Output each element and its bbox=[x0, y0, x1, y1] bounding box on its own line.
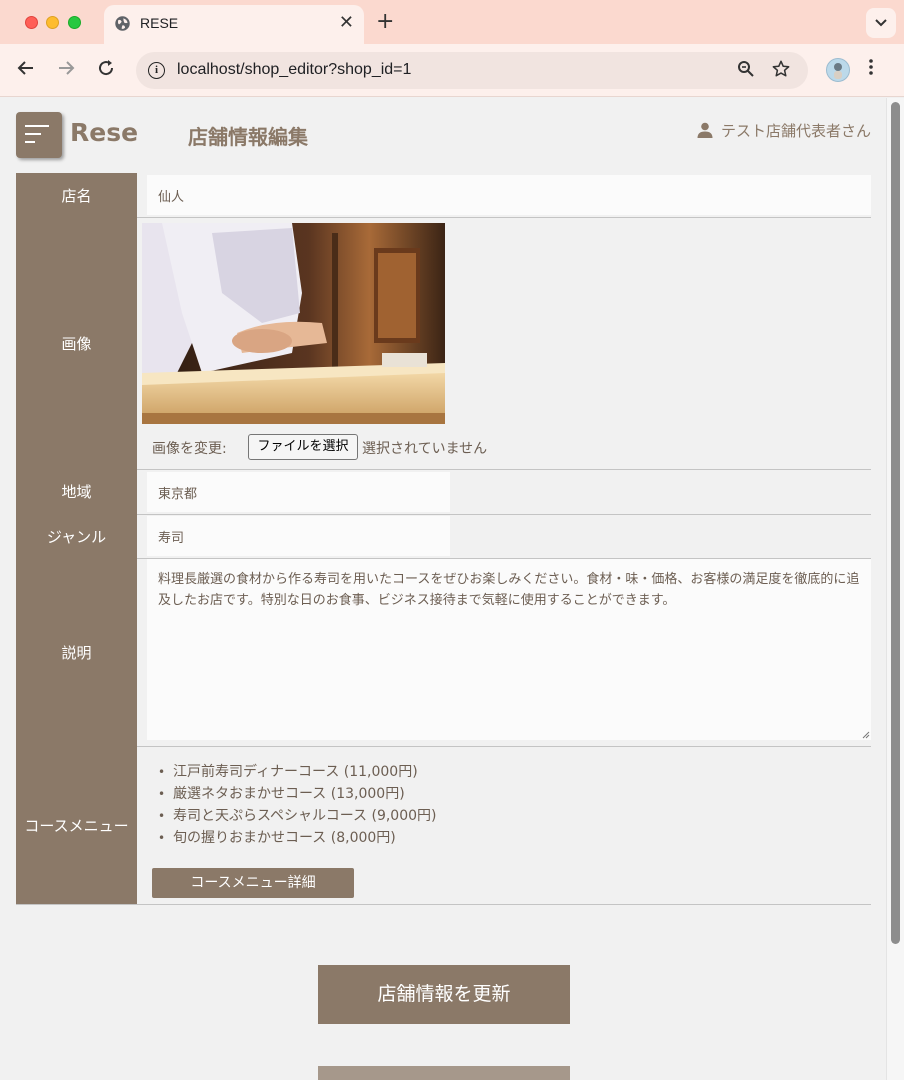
reload-icon[interactable] bbox=[95, 59, 117, 83]
shop-name-input[interactable]: 仙人 bbox=[147, 175, 871, 215]
divider bbox=[137, 746, 871, 747]
user-name: テスト店舗代表者さん bbox=[720, 122, 871, 140]
list-item: 寿司と天ぷらスペシャルコース (9,000円) bbox=[158, 805, 437, 827]
tab-list-icon[interactable] bbox=[866, 8, 896, 38]
window-zoom-button[interactable] bbox=[68, 16, 81, 29]
area-input[interactable]: 東京都 bbox=[147, 472, 450, 512]
label-description: 説明 bbox=[16, 558, 137, 746]
list-item: 江戸前寿司ディナーコース (11,000円) bbox=[158, 761, 437, 783]
secondary-action-button[interactable] bbox=[318, 1066, 570, 1080]
description-textarea[interactable]: 料理長厳選の食材から作る寿司を用いたコースをぜひお楽しみください。食材・味・価格… bbox=[147, 559, 871, 740]
label-course-menu: コースメニュー bbox=[16, 746, 137, 904]
label-image: 画像 bbox=[16, 217, 137, 469]
menu-icon[interactable] bbox=[868, 58, 874, 82]
resize-handle-icon[interactable] bbox=[862, 731, 870, 739]
forward-icon[interactable] bbox=[55, 59, 77, 83]
scrollbar-thumb[interactable] bbox=[891, 102, 900, 944]
globe-icon bbox=[115, 16, 130, 31]
genre-input[interactable]: 寿司 bbox=[147, 516, 450, 556]
divider bbox=[137, 217, 871, 218]
close-tab-icon[interactable]: ✕ bbox=[339, 13, 354, 33]
file-select-button[interactable]: ファイルを選択 bbox=[248, 434, 358, 460]
page-title: 店舗情報編集 bbox=[188, 125, 308, 149]
back-icon[interactable] bbox=[15, 59, 37, 83]
browser-tab-bar: RESE ✕ + bbox=[0, 0, 904, 44]
course-detail-button[interactable]: コースメニュー詳細 bbox=[152, 868, 354, 898]
zoom-icon[interactable] bbox=[737, 60, 755, 83]
shop-image bbox=[142, 223, 445, 424]
update-shop-button[interactable]: 店舗情報を更新 bbox=[318, 965, 570, 1024]
divider bbox=[16, 904, 871, 905]
new-tab-button[interactable]: + bbox=[376, 10, 394, 34]
profile-avatar[interactable] bbox=[826, 58, 850, 82]
list-item: 厳選ネタおまかせコース (13,000円) bbox=[158, 783, 437, 805]
window-minimize-button[interactable] bbox=[46, 16, 59, 29]
divider bbox=[137, 469, 871, 470]
browser-tab[interactable]: RESE ✕ bbox=[104, 5, 364, 44]
tab-title: RESE bbox=[140, 15, 179, 31]
user-icon bbox=[697, 122, 713, 138]
page-viewport: Rese 店舗情報編集 テスト店舗代表者さん 店名 画像 地域 ジャンル 説明 … bbox=[0, 98, 886, 1080]
browser-toolbar: i localhost/shop_editor?shop_id=1 bbox=[0, 44, 904, 97]
label-shop-name: 店名 bbox=[16, 173, 137, 217]
hamburger-menu-button[interactable] bbox=[16, 112, 62, 158]
label-genre: ジャンル bbox=[16, 514, 137, 558]
window-close-button[interactable] bbox=[25, 16, 38, 29]
divider bbox=[137, 514, 871, 515]
user-menu[interactable]: テスト店舗代表者さん bbox=[697, 120, 871, 141]
scrollbar[interactable] bbox=[886, 98, 904, 1080]
description-text: 料理長厳選の食材から作る寿司を用いたコースをぜひお楽しみください。食材・味・価格… bbox=[158, 572, 860, 608]
list-item: 旬の握りおまかせコース (8,000円) bbox=[158, 827, 437, 849]
file-status-text: 選択されていません bbox=[362, 441, 488, 457]
address-bar[interactable]: i localhost/shop_editor?shop_id=1 bbox=[136, 52, 808, 89]
star-icon[interactable] bbox=[772, 60, 790, 83]
url-text[interactable]: localhost/shop_editor?shop_id=1 bbox=[177, 61, 411, 79]
logo[interactable]: Rese bbox=[70, 118, 138, 147]
label-area: 地域 bbox=[16, 469, 137, 514]
info-icon[interactable]: i bbox=[148, 62, 165, 79]
image-change-label: 画像を変更: bbox=[152, 441, 227, 457]
course-list: 江戸前寿司ディナーコース (11,000円) 厳選ネタおまかせコース (13,0… bbox=[158, 761, 437, 849]
